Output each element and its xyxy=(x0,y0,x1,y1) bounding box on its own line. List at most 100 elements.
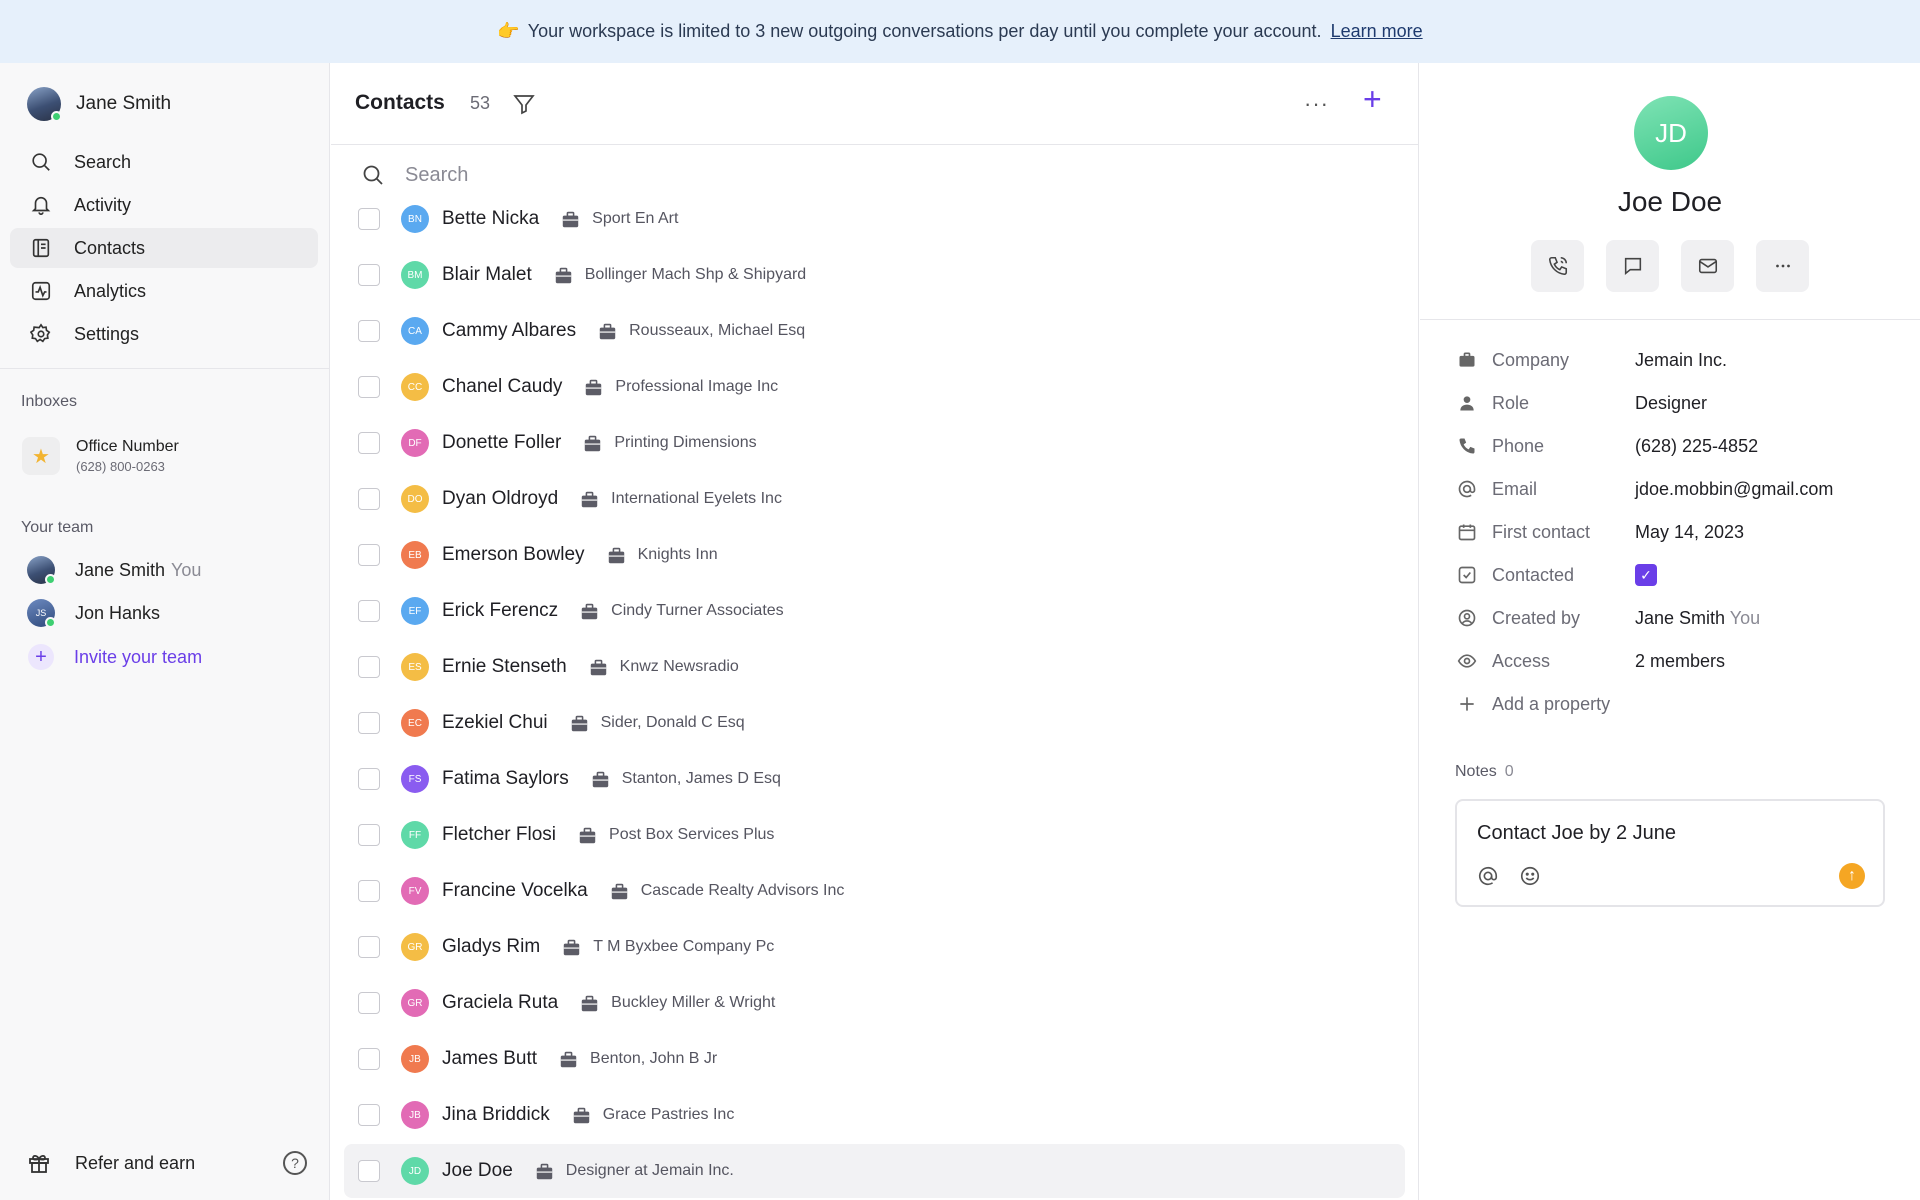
contact-row[interactable]: FS Fatima Saylors Stanton, James D Esq xyxy=(344,752,1405,806)
avatar-initials: JS xyxy=(35,608,47,618)
row-checkbox[interactable] xyxy=(358,656,380,678)
contact-company: Knwz Newsradio xyxy=(619,658,739,675)
contact-row[interactable]: JB Jina Briddick Grace Pastries Inc xyxy=(344,1088,1405,1142)
row-checkbox[interactable] xyxy=(358,432,380,454)
contact-row[interactable]: ES Ernie Stenseth Knwz Newsradio xyxy=(344,640,1405,694)
call-button[interactable] xyxy=(1531,240,1584,292)
avatar: JS xyxy=(27,599,56,628)
contact-avatar: DO xyxy=(401,485,429,513)
contact-name: James Butt xyxy=(442,1048,538,1069)
add-property-button[interactable]: Add a property xyxy=(1457,691,1610,717)
contact-row[interactable]: JB James Butt Benton, John B Jr xyxy=(344,1032,1405,1086)
row-checkbox[interactable] xyxy=(358,1160,380,1182)
sidebar-item-activity[interactable]: Activity xyxy=(10,185,318,225)
help-icon[interactable]: ? xyxy=(283,1151,307,1175)
more-options-button[interactable]: ··· xyxy=(1304,91,1329,117)
contact-row[interactable]: BN Bette Nicka Sport En Art xyxy=(344,192,1405,246)
property-email[interactable]: Email jdoe.mobbin@gmail.com xyxy=(1457,476,1833,502)
property-first-contact[interactable]: First contact May 14, 2023 xyxy=(1457,519,1744,545)
property-phone[interactable]: Phone (628) 225-4852 xyxy=(1457,433,1758,459)
avatar xyxy=(27,87,62,122)
contact-name: Fletcher Flosi xyxy=(442,824,557,845)
contact-name: Chanel Caudy xyxy=(442,376,563,397)
inbox-office-number[interactable]: ★ Office Number (628) 800-0263 xyxy=(22,437,179,475)
row-checkbox[interactable] xyxy=(358,1048,380,1070)
contact-row[interactable]: CA Cammy Albares Rousseaux, Michael Esq xyxy=(344,304,1405,358)
row-checkbox[interactable] xyxy=(358,320,380,342)
team-member-jane-smith[interactable]: Jane Smith You xyxy=(27,556,201,585)
row-checkbox[interactable] xyxy=(358,208,380,230)
you-tag: You xyxy=(1729,607,1761,628)
note-editor[interactable]: Contact Joe by 2 June ↑ xyxy=(1455,799,1885,907)
contact-name: Dyan Oldroyd xyxy=(442,488,559,509)
analytics-icon xyxy=(31,281,51,301)
property-access[interactable]: Access 2 members xyxy=(1457,648,1725,674)
contact-avatar: FF xyxy=(401,821,429,849)
row-checkbox[interactable] xyxy=(358,600,380,622)
row-checkbox[interactable] xyxy=(358,264,380,286)
briefcase-icon xyxy=(581,603,598,619)
contact-row[interactable]: GR Gladys Rim T M Byxbee Company Pc xyxy=(344,920,1405,974)
contact-row[interactable]: BM Blair Malet Bollinger Mach Shp & Shipya… xyxy=(344,248,1405,302)
contact-company: Rousseaux, Michael Esq xyxy=(629,322,806,339)
contact-row[interactable]: GR Graciela Ruta Buckley Miller & Wright xyxy=(344,976,1405,1030)
briefcase-icon xyxy=(592,771,608,787)
property-contacted[interactable]: Contacted ✓ xyxy=(1457,562,1657,588)
contacted-checkbox[interactable]: ✓ xyxy=(1635,564,1657,586)
contact-avatar: JB xyxy=(401,1045,429,1073)
team-member-jon-hanks[interactable]: JS Jon Hanks xyxy=(27,599,160,628)
briefcase-icon xyxy=(536,1163,553,1179)
contact-row[interactable]: CC Chanel Caudy Professional Image Inc xyxy=(344,360,1405,414)
current-user[interactable]: Jane Smith xyxy=(27,87,171,122)
inboxes-heading: Inboxes xyxy=(21,393,78,410)
row-checkbox[interactable] xyxy=(358,936,380,958)
contact-row[interactable]: FF Fletcher Flosi Post Box Services Plus xyxy=(344,808,1405,862)
row-checkbox[interactable] xyxy=(358,824,380,846)
property-role[interactable]: Role Designer xyxy=(1457,390,1707,416)
contact-avatar: ES xyxy=(401,653,429,681)
contact-row[interactable]: EF Erick Ferencz Cindy Turner Associates xyxy=(344,584,1405,638)
row-checkbox[interactable] xyxy=(358,488,380,510)
contact-avatar: JD xyxy=(401,1157,429,1185)
row-checkbox[interactable] xyxy=(358,376,380,398)
email-button[interactable] xyxy=(1681,240,1734,292)
send-note-button[interactable]: ↑ xyxy=(1839,863,1865,889)
row-checkbox[interactable] xyxy=(358,1104,380,1126)
contact-avatar: CC xyxy=(401,373,429,401)
briefcase-icon xyxy=(586,379,602,395)
contact-name: Joe Doe xyxy=(442,1160,513,1181)
row-checkbox[interactable] xyxy=(358,768,380,790)
contact-name: Joe Doe xyxy=(1617,186,1723,217)
row-checkbox[interactable] xyxy=(358,880,380,902)
search-input[interactable] xyxy=(405,163,1005,187)
contact-row[interactable]: DF Donette Foller Printing Dimensions xyxy=(344,416,1405,470)
sidebar-item-analytics[interactable]: Analytics xyxy=(10,271,318,311)
filter-icon[interactable] xyxy=(512,92,536,116)
note-input[interactable]: Contact Joe by 2 June xyxy=(1477,822,1676,845)
contact-row[interactable]: DO Dyan Oldroyd International Eyelets Inc xyxy=(344,472,1405,526)
contact-row[interactable]: FV Francine Vocelka Cascade Realty Advisor… xyxy=(344,864,1405,918)
more-actions-button[interactable] xyxy=(1756,240,1809,292)
sidebar-item-search[interactable]: Search xyxy=(10,142,318,182)
emoji-icon[interactable] xyxy=(1519,865,1541,887)
learn-more-link[interactable]: Learn more xyxy=(1331,21,1423,42)
sidebar-item-contacts[interactable]: Contacts xyxy=(10,228,318,268)
row-checkbox[interactable] xyxy=(358,992,380,1014)
contact-company: Printing Dimensions xyxy=(614,434,757,451)
mention-icon[interactable] xyxy=(1477,865,1499,887)
contact-actions xyxy=(1531,240,1809,292)
property-company[interactable]: Company Jemain Inc. xyxy=(1457,347,1727,373)
refer-and-earn-button[interactable]: Refer and earn ? xyxy=(27,1151,307,1175)
message-button[interactable] xyxy=(1606,240,1659,292)
row-checkbox[interactable] xyxy=(358,712,380,734)
contact-row[interactable]: EB Emerson Bowley Knights Inn xyxy=(344,528,1405,582)
invite-team-button[interactable]: + Invite your team xyxy=(27,643,202,671)
property-created-by[interactable]: Created by Jane Smith You xyxy=(1457,605,1760,631)
contact-row[interactable]: EC Ezekiel Chui Sider, Donald C Esq xyxy=(344,696,1405,750)
row-checkbox[interactable] xyxy=(358,544,380,566)
contact-row[interactable]: JD Joe Doe Designer at Jemain Inc. xyxy=(344,1144,1405,1198)
briefcase-icon xyxy=(611,883,627,899)
team-member-name: Jane Smith xyxy=(75,559,166,580)
add-contact-button[interactable]: + xyxy=(1363,81,1382,118)
sidebar-item-settings[interactable]: Settings xyxy=(10,314,318,354)
